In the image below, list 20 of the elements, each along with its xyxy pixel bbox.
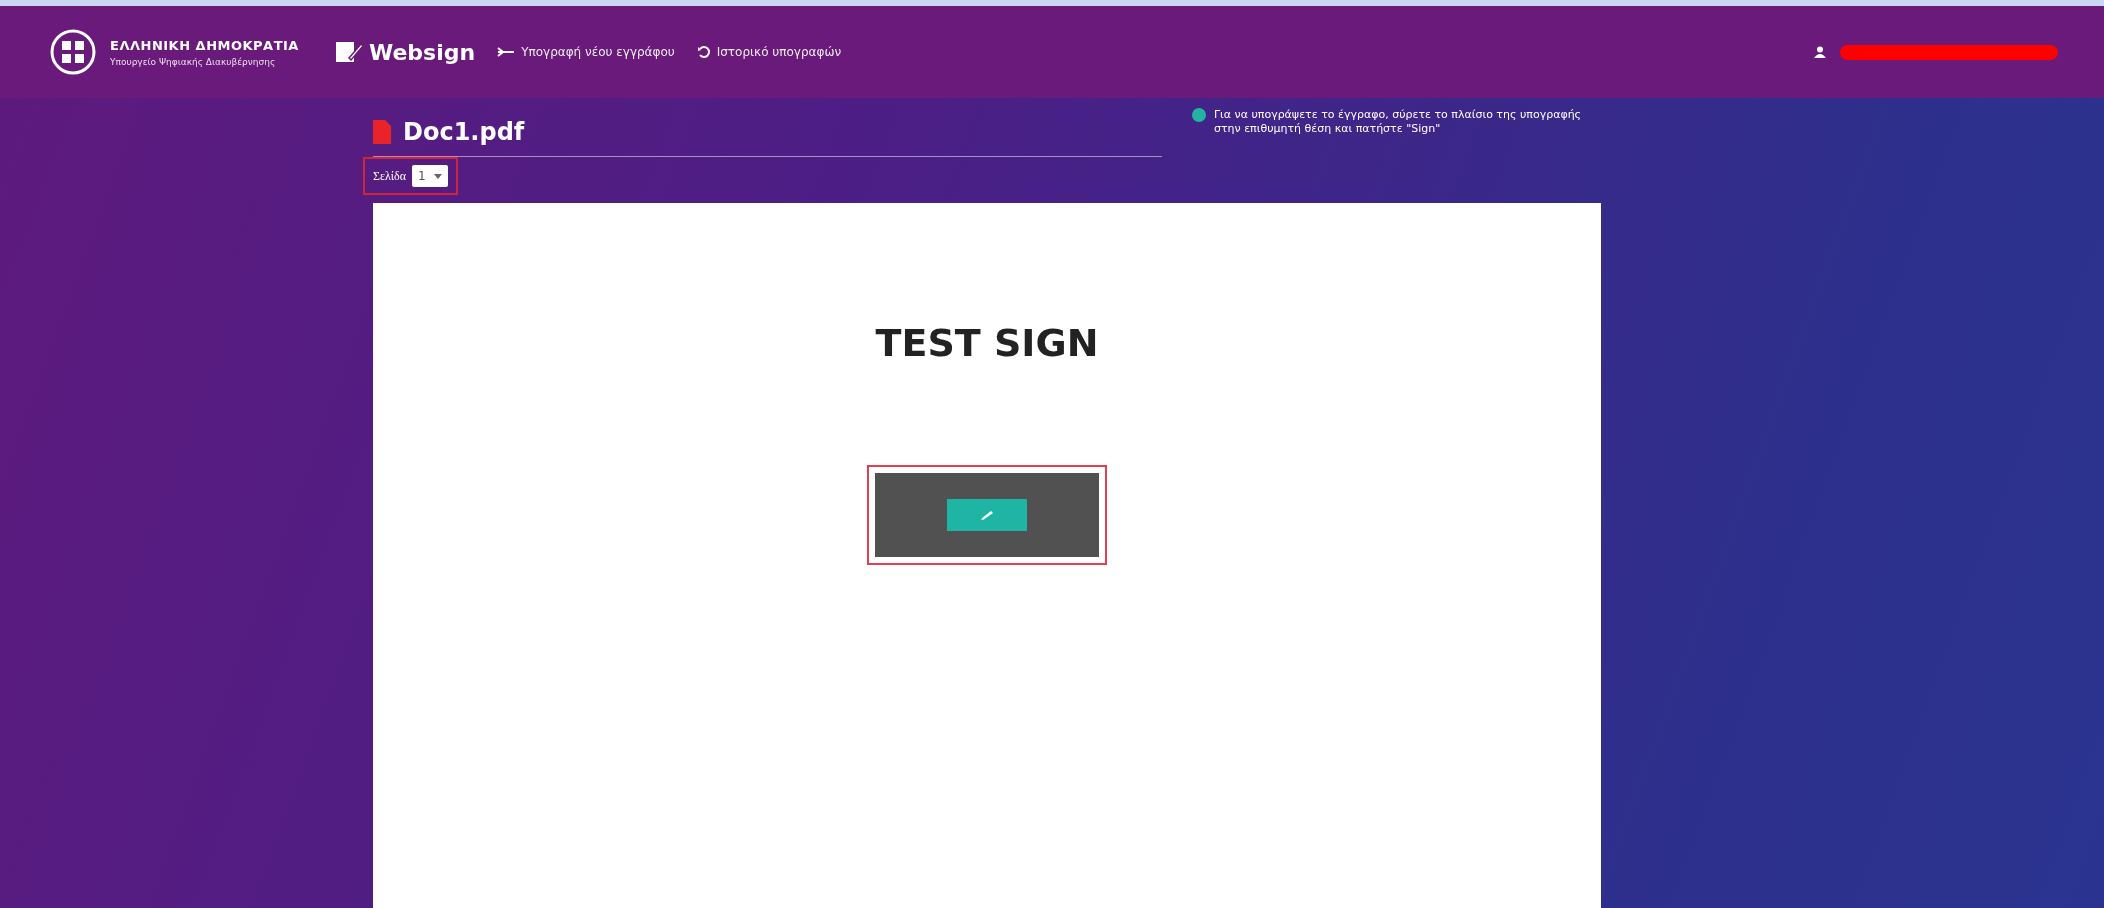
- emblem-icon: [50, 29, 96, 75]
- pdf-file-icon: [373, 120, 391, 144]
- page-label: Σελίδα: [373, 168, 406, 184]
- instruction-text: Για να υπογράψετε το έγγραφο, σύρετε το πλαίσιο της υπογραφής στην επιθυμητή θέση και πατήστε "Sign": [1213, 108, 1583, 137]
- nav-link[interactable]: Ιστορικό υπογραφών: [696, 45, 842, 59]
- document-heading: TEST SIGN: [875, 321, 1099, 365]
- history-icon: [696, 45, 711, 59]
- emblem-title: ΕΛΛΗΝΙΚΗ ΔΗΜΟΚΡΑΤΙΑ: [110, 37, 299, 53]
- brand-name: Websign: [368, 39, 476, 65]
- file-name: Doc1.pdf: [403, 118, 525, 146]
- info-dot-icon: [1191, 108, 1206, 122]
- signature-icon: [497, 47, 516, 57]
- page-select[interactable]: 1: [412, 165, 448, 187]
- user-icon: [1814, 46, 1826, 58]
- emblem-subtitle: Υπουργείο Ψηφιακής Διακυβέρνησης: [110, 56, 277, 67]
- document-pen-icon: [334, 40, 363, 64]
- nav-link[interactable]: Υπογραφή νέου εγγράφου: [497, 45, 675, 59]
- pencil-icon: [980, 510, 994, 520]
- signature-box[interactable]: [875, 473, 1099, 557]
- caret-icon: [433, 173, 442, 179]
